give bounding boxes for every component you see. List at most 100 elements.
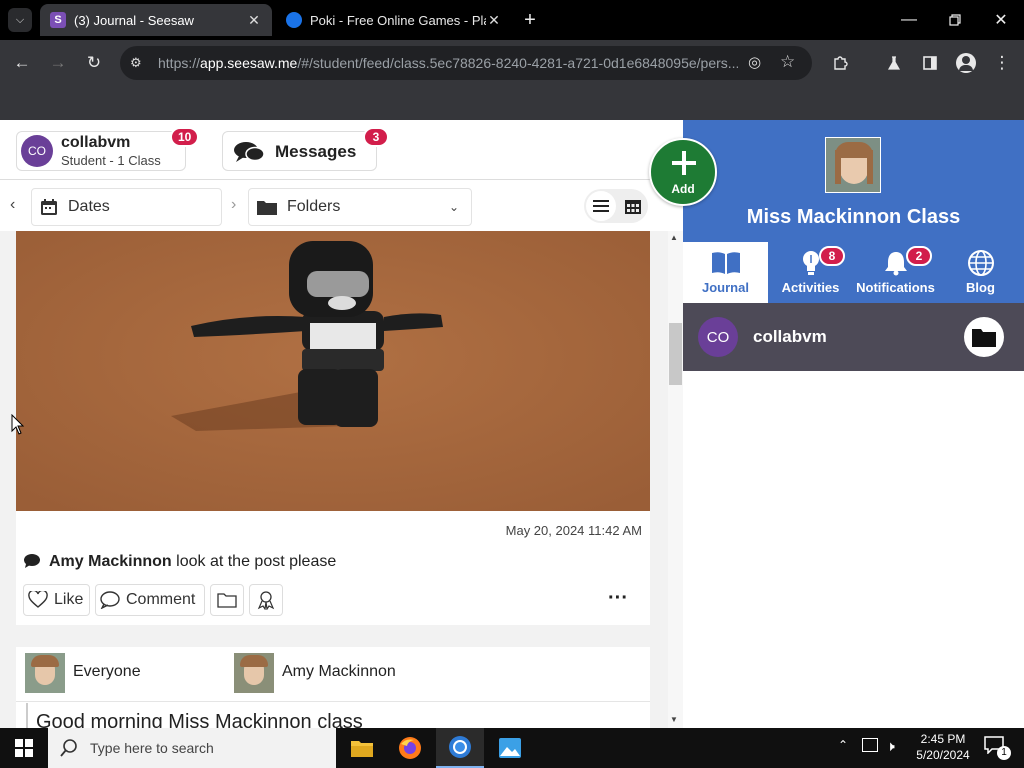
like-label: Like: [54, 591, 84, 608]
close-window-button[interactable]: ✕: [986, 6, 1016, 34]
chrome-icon: [449, 736, 471, 758]
chevron-down-icon: ⌵: [15, 13, 25, 26]
journal-feed: May 20, 2024 11:42 AM Amy Mackinnon look…: [0, 231, 668, 728]
class-avatar[interactable]: [825, 137, 881, 193]
close-tab-icon[interactable]: ✕: [486, 12, 502, 29]
folders-dropdown[interactable]: Folders ⌄: [248, 188, 472, 226]
folder-outline-icon: [217, 593, 237, 608]
heart-icon: [28, 591, 48, 608]
labs-button[interactable]: [880, 49, 908, 77]
avatar: CO: [21, 135, 53, 167]
profile-button[interactable]: [952, 49, 980, 77]
calendar-grid-icon: [625, 200, 641, 214]
tab-seesaw[interactable]: S (3) Journal - Seesaw ✕: [40, 4, 272, 36]
seesaw-icon: S: [50, 12, 66, 28]
tab-search-button[interactable]: ⌵: [8, 8, 32, 32]
post-image[interactable]: [16, 231, 650, 511]
extensions-button[interactable]: [826, 49, 854, 77]
network-icon[interactable]: [862, 738, 878, 752]
volume-muted-icon[interactable]: 🕨: [886, 738, 895, 755]
comment-button[interactable]: Comment: [95, 584, 205, 616]
start-button[interactable]: [0, 728, 48, 768]
search-placeholder: Type here to search: [90, 740, 214, 756]
file-explorer-button[interactable]: [338, 728, 386, 768]
taskbar-search[interactable]: Type here to search: [48, 728, 336, 768]
eye-icon[interactable]: ◎: [748, 53, 761, 71]
poki-icon: [286, 12, 302, 28]
journal-icon: [711, 252, 740, 274]
student-folder-button[interactable]: [964, 317, 1004, 357]
comment-author: Amy Mackinnon: [49, 553, 172, 570]
comment-label: Comment: [126, 591, 196, 608]
activities-badge: 8: [819, 246, 845, 266]
messages-button[interactable]: Messages: [222, 131, 377, 171]
folder-icon: [351, 741, 373, 757]
tab-label: Activities: [781, 280, 840, 295]
calendar-view-button[interactable]: [618, 191, 648, 221]
url-text[interactable]: https://app.seesaw.me/#/student/feed/cla…: [158, 55, 738, 71]
photos-icon: [499, 738, 521, 758]
feed-scrollbar[interactable]: ▲ ▼: [668, 231, 683, 728]
chrome-button[interactable]: [436, 728, 484, 768]
account-badge: 10: [170, 127, 200, 147]
journal-post: May 20, 2024 11:42 AM Amy Mackinnon look…: [16, 231, 650, 625]
clock[interactable]: 2:45 PM 5/20/2024: [912, 731, 974, 763]
scroll-down-arrow[interactable]: ▼: [670, 715, 678, 724]
side-panel-icon: [923, 56, 937, 70]
next-arrow-icon[interactable]: ›: [231, 196, 236, 214]
back-button[interactable]: ←: [8, 49, 36, 77]
side-panel-button[interactable]: [916, 49, 944, 77]
tab-journal[interactable]: Journal: [683, 242, 768, 303]
award-icon: [257, 591, 275, 610]
windows-taskbar: Type here to search ⌃ 🕨 2:45 PM 5/20/202…: [0, 728, 1024, 768]
skills-button[interactable]: [249, 584, 283, 616]
folders-label: Folders: [287, 198, 341, 215]
audience-avatar: [25, 653, 65, 693]
close-tab-icon[interactable]: ✕: [246, 12, 262, 29]
character-model-image: [16, 231, 650, 511]
account-button[interactable]: CO collabvm Student - 1 Class: [16, 131, 186, 171]
scrollbar-thumb[interactable]: [669, 323, 682, 385]
student-row[interactable]: CO collabvm: [683, 303, 1024, 371]
add-button[interactable]: Add: [649, 138, 717, 206]
action-center-button[interactable]: 1: [984, 736, 1011, 760]
tab-poki[interactable]: Poki - Free Online Games - Pla ✕: [276, 4, 512, 36]
profile-icon: [956, 53, 976, 73]
tab-blog[interactable]: Blog: [938, 242, 1023, 303]
site-info-icon[interactable]: ⚙: [130, 55, 142, 71]
like-button[interactable]: Like: [23, 584, 90, 616]
forward-button[interactable]: →: [44, 49, 72, 77]
scroll-up-arrow[interactable]: ▲: [670, 233, 678, 242]
list-icon: [593, 200, 609, 212]
add-to-folder-button[interactable]: [210, 584, 244, 616]
tab-label: Blog: [966, 280, 995, 295]
author-avatar: [234, 653, 274, 693]
menu-button[interactable]: ⋮: [988, 49, 1016, 77]
user-name: collabvm: [61, 134, 131, 151]
list-view-button[interactable]: [586, 191, 616, 221]
filter-bar: ‹ Dates › Folders ⌄: [0, 181, 683, 231]
restore-icon: [949, 14, 961, 26]
star-icon[interactable]: ☆: [780, 52, 795, 72]
show-hidden-icons[interactable]: ⌃: [838, 738, 848, 752]
dates-dropdown[interactable]: Dates: [31, 188, 222, 226]
search-icon: [60, 739, 77, 757]
firefox-button[interactable]: [386, 728, 434, 768]
prev-arrow-icon[interactable]: ‹: [10, 196, 15, 214]
minimize-button[interactable]: —: [894, 6, 924, 34]
clock-time: 2:45 PM: [920, 732, 966, 746]
tab-title: Poki - Free Online Games - Pla: [310, 12, 486, 28]
messages-badge: 3: [363, 127, 389, 147]
mouse-cursor-icon: [11, 414, 25, 435]
student-name: collabvm: [753, 327, 827, 346]
photos-button[interactable]: [486, 728, 534, 768]
user-role: Student - 1 Class: [61, 153, 161, 168]
post-divider: [16, 701, 650, 702]
restore-button[interactable]: [940, 6, 970, 34]
author-name: Amy Mackinnon: [282, 663, 396, 680]
more-options-icon[interactable]: ···: [608, 584, 628, 616]
new-tab-button[interactable]: +: [518, 8, 542, 32]
student-avatar: CO: [698, 317, 738, 357]
address-bar[interactable]: ⚙ https://app.seesaw.me/#/student/feed/c…: [120, 46, 812, 80]
reload-button[interactable]: ↻: [80, 49, 108, 77]
